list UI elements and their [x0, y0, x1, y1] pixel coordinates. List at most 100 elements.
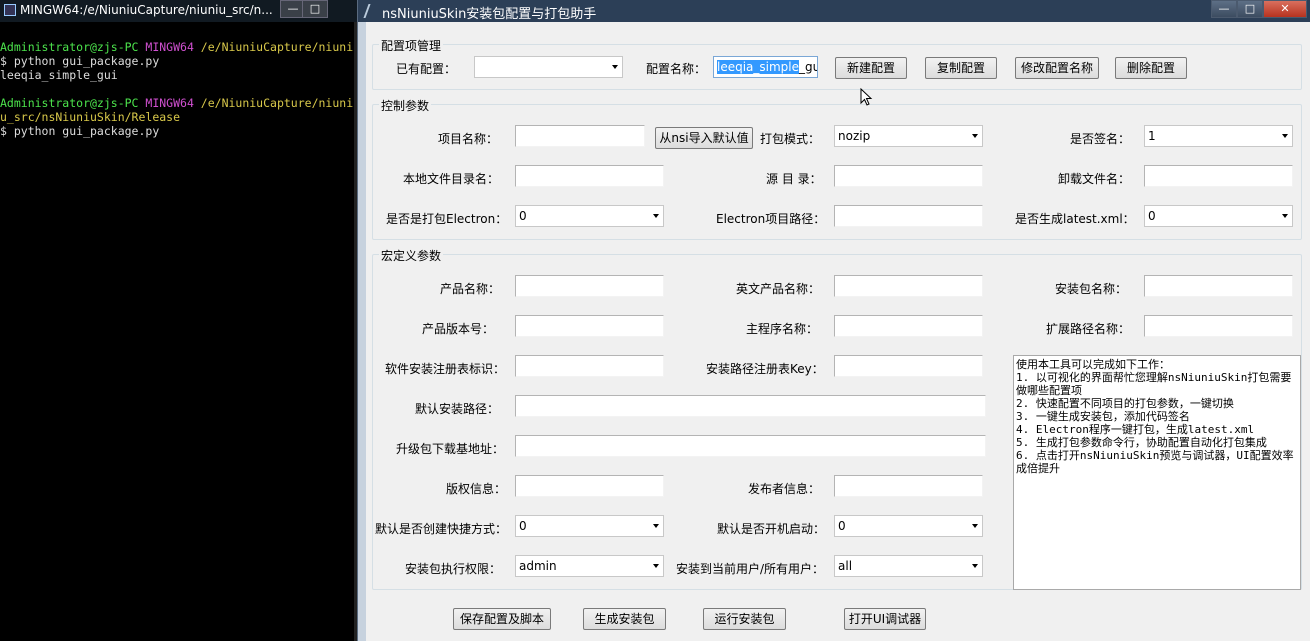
product-name-label: 产品名称：: [440, 282, 501, 296]
terminal-line: Administrator@zjs-PC MINGW64 /e/NiuniuCa…: [0, 96, 358, 110]
electron-path-label: Electron项目路径：: [716, 212, 826, 226]
app-titlebar[interactable]: nsNiuniuSkin安装包配置与打包助手 — □ ✕: [358, 0, 1310, 22]
existing-config-select[interactable]: [474, 56, 623, 78]
app-title: nsNiuniuSkin安装包配置与打包助手: [382, 7, 597, 22]
open-ui-debugger-button[interactable]: 打开UI调试器: [844, 608, 926, 630]
source-dir-input[interactable]: [834, 165, 983, 187]
reg-id-input[interactable]: [515, 355, 664, 377]
sign-select[interactable]: 1: [1144, 125, 1293, 147]
rename-config-button[interactable]: 修改配置名称: [1015, 57, 1099, 79]
control-group-title: 控制参数: [379, 97, 432, 114]
main-program-input[interactable]: [834, 315, 983, 337]
terminal-text: MINGW64: [145, 96, 201, 110]
terminal-maximize-button[interactable]: □: [302, 0, 328, 18]
terminal-line: $ python gui_package.py: [0, 54, 358, 68]
autostart-label: 默认是否开机启动：: [717, 522, 826, 536]
window-border: [358, 22, 366, 641]
privilege-value: admin: [519, 559, 557, 573]
privilege-select[interactable]: admin: [515, 555, 664, 577]
feather-icon: [363, 4, 377, 18]
terminal-text: leeqia_simple_gui: [0, 68, 118, 82]
chevron-down-icon: [972, 564, 978, 568]
version-input[interactable]: [515, 315, 664, 337]
uninstall-label: 卸载文件名：: [1058, 172, 1131, 186]
terminal-text: u_src/nsNiuniuSkin/Release: [0, 110, 181, 124]
terminal-output[interactable]: Administrator@zjs-PC MINGW64 /e/NiuniuCa…: [0, 40, 358, 138]
project-name-label: 项目名称：: [438, 132, 499, 146]
publisher-label: 发布者信息：: [748, 482, 821, 496]
import-nsi-button[interactable]: 从nsi导入默认值: [655, 127, 753, 149]
app-window: nsNiuniuSkin安装包配置与打包助手 — □ ✕ 配置项管理 已有配置：…: [357, 0, 1310, 641]
config-group-title: 配置项管理: [379, 37, 444, 54]
terminal-titlebar[interactable]: MINGW64:/e/NiuniuCapture/niuniu_src/n...…: [0, 0, 360, 22]
electron-select[interactable]: 0: [515, 205, 664, 227]
sign-value: 1: [1148, 129, 1156, 143]
copyright-input[interactable]: [515, 475, 664, 497]
config-name-selection: leeqia_simple: [717, 60, 800, 74]
latest-xml-label: 是否生成latest.xml：: [1015, 212, 1135, 226]
shortcut-select[interactable]: 0: [515, 515, 664, 537]
chevron-down-icon: [653, 524, 659, 528]
shortcut-label: 默认是否创建快捷方式：: [375, 522, 508, 536]
install-scope-value: all: [838, 559, 853, 573]
chevron-down-icon: [972, 524, 978, 528]
chevron-down-icon: [612, 65, 618, 69]
shortcut-value: 0: [519, 519, 527, 533]
delete-config-button[interactable]: 删除配置: [1115, 57, 1187, 79]
terminal-icon: [4, 4, 16, 16]
project-name-input[interactable]: [515, 125, 645, 147]
minimize-button[interactable]: —: [1211, 0, 1237, 18]
default-path-label: 默认安装路径：: [415, 402, 500, 416]
install-scope-label: 安装到当前用户/所有用户：: [676, 562, 825, 576]
default-path-input[interactable]: [515, 395, 986, 417]
sign-label: 是否签名：: [1070, 132, 1131, 146]
latest-xml-select[interactable]: 0: [1144, 205, 1293, 227]
main-program-label: 主程序名称：: [746, 322, 819, 336]
package-name-input[interactable]: [1144, 275, 1293, 297]
terminal-line: Administrator@zjs-PC MINGW64 /e/NiuniuCa…: [0, 40, 358, 54]
reg-key-label: 安装路径注册表Key：: [706, 362, 824, 376]
publisher-input[interactable]: [834, 475, 983, 497]
copyright-label: 版权信息：: [446, 482, 507, 496]
terminal-text: /e/NiuniuCapture/niuni: [200, 40, 354, 54]
autostart-value: 0: [838, 519, 846, 533]
version-label: 产品版本号：: [422, 322, 495, 336]
mouse-cursor-icon: [860, 88, 873, 106]
config-name-input[interactable]: leeqia_simple_gu: [713, 56, 818, 78]
info-textbox[interactable]: 使用本工具可以完成如下工作： 1. 以可视化的界面帮忙您理解nsNiuniuSk…: [1013, 355, 1301, 590]
terminal-line: $ python gui_package.py: [0, 124, 358, 138]
autostart-select[interactable]: 0: [834, 515, 983, 537]
local-dir-input[interactable]: [515, 165, 664, 187]
terminal-text: $ python gui_package.py: [0, 124, 160, 138]
ext-path-input[interactable]: [1144, 315, 1293, 337]
terminal-title: MINGW64:/e/NiuniuCapture/niuniu_src/n...: [20, 3, 273, 17]
electron-value: 0: [519, 209, 527, 223]
chevron-down-icon: [653, 564, 659, 568]
new-config-button[interactable]: 新建配置: [835, 57, 907, 79]
terminal-text: MINGW64: [145, 40, 201, 54]
terminal-window: MINGW64:/e/NiuniuCapture/niuniu_src/n...…: [0, 0, 360, 641]
save-config-button[interactable]: 保存配置及脚本: [453, 608, 551, 630]
package-name-label: 安装包名称：: [1055, 282, 1128, 296]
en-product-name-label: 英文产品名称：: [736, 282, 821, 296]
maximize-button[interactable]: □: [1237, 0, 1263, 18]
product-name-input[interactable]: [515, 275, 664, 297]
install-scope-select[interactable]: all: [834, 555, 983, 577]
uninstall-input[interactable]: [1144, 165, 1293, 187]
pack-mode-select[interactable]: nozip: [834, 125, 983, 147]
terminal-text: $ python gui_package.py: [0, 54, 160, 68]
chevron-down-icon: [653, 214, 659, 218]
pack-mode-label: 打包模式：: [760, 132, 821, 146]
build-package-button[interactable]: 生成安装包: [583, 608, 666, 630]
chevron-down-icon: [972, 134, 978, 138]
close-button[interactable]: ✕: [1263, 0, 1307, 18]
upgrade-url-input[interactable]: [515, 435, 986, 457]
source-dir-label: 源 目 录：: [766, 172, 822, 186]
reg-key-input[interactable]: [834, 355, 983, 377]
en-product-name-input[interactable]: [834, 275, 983, 297]
terminal-text: Administrator@zjs-PC: [0, 40, 146, 54]
electron-path-input[interactable]: [834, 205, 983, 227]
run-package-button[interactable]: 运行安装包: [703, 608, 786, 630]
copy-config-button[interactable]: 复制配置: [925, 57, 997, 79]
